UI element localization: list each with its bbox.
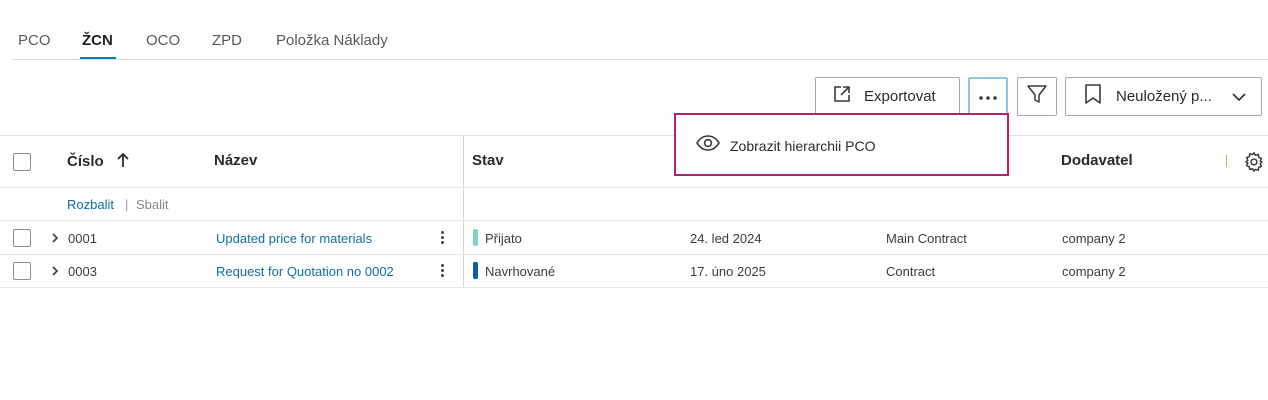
chevron-right-icon[interactable] <box>50 264 60 282</box>
tab-bar: PCO ŽCN OCO ZPD Položka Náklady <box>12 22 1268 60</box>
bookmark-icon <box>1084 83 1102 110</box>
menu-item-label: Zobrazit hierarchii PCO <box>730 137 876 154</box>
row-name-link[interactable]: Request for Quotation no 0002 <box>216 264 394 279</box>
more-options-menu: Zobrazit hierarchii PCO <box>674 113 1009 176</box>
row-checkbox[interactable] <box>13 229 31 247</box>
row-divider <box>0 220 1268 221</box>
row-status: Navrhované <box>485 264 556 279</box>
pinned-columns-divider <box>463 136 464 288</box>
saved-view-label: Neuložený p... <box>1116 88 1212 105</box>
export-label: Exportovat <box>864 88 936 105</box>
row-supplier: company 2 <box>1062 231 1126 246</box>
tab-zcn[interactable]: ŽCN <box>82 32 113 49</box>
row-supplier: company 2 <box>1062 264 1126 279</box>
menu-item-show-hierarchy[interactable]: Zobrazit hierarchii PCO <box>696 135 876 156</box>
more-horizontal-icon <box>978 88 998 106</box>
chevron-down-icon <box>1231 90 1247 108</box>
column-resize-marker <box>1226 155 1227 167</box>
column-header-number-label: Číslo <box>67 153 104 170</box>
row-contract: Contract <box>886 264 936 279</box>
gear-icon[interactable] <box>1243 151 1265 178</box>
saved-view-dropdown[interactable]: Neuložený p... <box>1065 77 1262 116</box>
row-actions-icon[interactable] <box>436 263 448 279</box>
tab-oco[interactable]: OCO <box>146 32 180 49</box>
tab-polozka-naklady[interactable]: Položka Náklady <box>276 32 388 49</box>
share-icon <box>832 84 852 109</box>
row-status: Přijato <box>485 231 522 246</box>
row-actions-icon[interactable] <box>436 230 448 246</box>
table-top-border <box>0 135 1268 136</box>
row-divider <box>0 254 1268 255</box>
tab-zpd[interactable]: ZPD <box>212 32 242 49</box>
tab-pco[interactable]: PCO <box>18 32 51 49</box>
column-header-name[interactable]: Název <box>214 152 257 169</box>
filter-button[interactable] <box>1017 77 1057 116</box>
row-date: 24. led 2024 <box>690 231 762 246</box>
eye-icon <box>696 135 720 156</box>
column-header-status[interactable]: Stav <box>472 152 504 169</box>
header-divider <box>0 187 1268 188</box>
collapse-all-link[interactable]: Sbalit <box>136 197 169 212</box>
sort-ascending-icon <box>116 152 130 172</box>
row-name-link[interactable]: Updated price for materials <box>216 231 372 246</box>
row-number: 0003 <box>68 264 97 279</box>
column-header-supplier[interactable]: Dodavatel <box>1061 152 1133 169</box>
status-color-bar <box>473 229 478 246</box>
column-header-number[interactable]: Číslo <box>67 152 130 172</box>
export-button[interactable]: Exportovat <box>815 77 960 116</box>
expand-all-link[interactable]: Rozbalit <box>67 197 114 212</box>
row-number: 0001 <box>68 231 97 246</box>
filter-icon <box>1026 83 1048 110</box>
row-contract: Main Contract <box>886 231 967 246</box>
status-color-bar <box>473 262 478 279</box>
more-options-button[interactable] <box>968 77 1008 116</box>
row-divider <box>0 287 1268 288</box>
select-all-checkbox[interactable] <box>13 153 31 171</box>
row-date: 17. úno 2025 <box>690 264 766 279</box>
row-checkbox[interactable] <box>13 262 31 280</box>
active-tab-indicator <box>80 57 116 59</box>
chevron-right-icon[interactable] <box>50 231 60 249</box>
expand-collapse-separator: | <box>125 197 129 212</box>
